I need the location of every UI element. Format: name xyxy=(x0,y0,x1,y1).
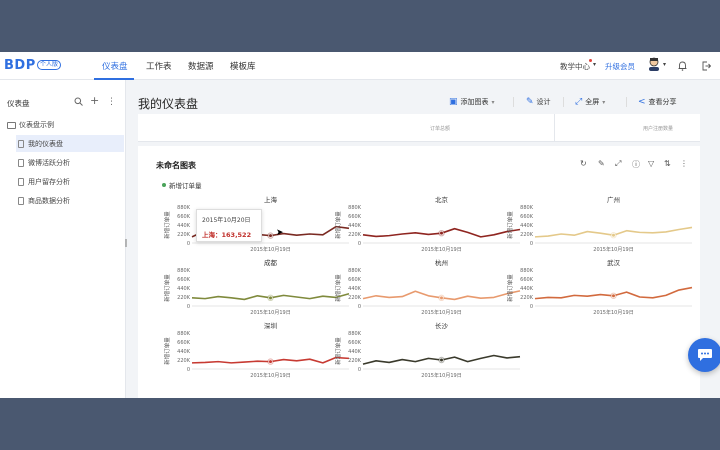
y-tick-label: 440K xyxy=(348,286,362,292)
panel-title: 武汉 xyxy=(607,258,621,267)
y-tick-label: 0 xyxy=(187,304,190,310)
y-axis-label: 新增订单量 xyxy=(334,337,342,365)
x-tick-label: 2015年10月19日 xyxy=(421,372,461,379)
tooltip-date: 2015年10月20日 xyxy=(202,217,251,224)
y-tick-label: 220K xyxy=(520,295,534,301)
y-tick-label: 880K xyxy=(177,268,191,274)
panel-title: 杭州 xyxy=(435,258,448,267)
y-tick-label: 880K xyxy=(348,268,362,274)
y-axis-label: 新增订单量 xyxy=(163,211,171,239)
x-tick-label: 2015年10月19日 xyxy=(421,309,461,316)
y-tick-label: 440K xyxy=(177,223,191,229)
y-tick-label: 220K xyxy=(348,358,362,364)
y-tick-label: 0 xyxy=(358,367,361,373)
y-tick-label: 440K xyxy=(177,286,191,292)
y-axis-label: 新增订单量 xyxy=(334,274,342,302)
y-tick-label: 880K xyxy=(177,205,191,211)
panel-title: 长沙 xyxy=(435,321,449,330)
y-tick-label: 0 xyxy=(530,241,533,247)
y-tick-label: 220K xyxy=(177,295,191,301)
data-point xyxy=(268,295,273,300)
y-tick-label: 660K xyxy=(177,277,191,283)
y-tick-label: 440K xyxy=(520,286,534,292)
x-tick-label: 2015年10月19日 xyxy=(250,372,290,379)
y-tick-label: 220K xyxy=(348,232,362,238)
y-tick-label: 0 xyxy=(187,367,190,373)
y-tick-label: 440K xyxy=(348,223,362,229)
data-point xyxy=(611,293,616,298)
panel-title: 成都 xyxy=(264,258,278,267)
y-tick-label: 220K xyxy=(348,295,362,301)
y-tick-label: 220K xyxy=(177,232,191,238)
data-point xyxy=(439,231,444,236)
y-tick-label: 0 xyxy=(530,304,533,310)
chat-bubble-icon xyxy=(698,349,712,361)
panel-title: 上海 xyxy=(264,195,278,204)
panel-title: 广州 xyxy=(607,195,620,204)
y-axis-label: 新增订单量 xyxy=(334,211,342,239)
y-tick-label: 660K xyxy=(348,340,362,346)
mouse-cursor: ➤ xyxy=(276,228,284,238)
y-tick-label: 660K xyxy=(348,214,362,220)
y-tick-label: 880K xyxy=(348,205,362,211)
x-tick-label: 2015年10月19日 xyxy=(593,309,633,316)
y-tick-label: 880K xyxy=(177,331,191,337)
y-tick-label: 0 xyxy=(358,241,361,247)
y-tick-label: 440K xyxy=(348,349,362,355)
chat-support-button[interactable] xyxy=(688,338,720,372)
panel-title: 北京 xyxy=(435,195,449,204)
x-tick-label: 2015年10月19日 xyxy=(250,309,290,316)
tooltip-value: 上海：163,522 xyxy=(202,231,252,239)
y-tick-label: 440K xyxy=(177,349,191,355)
small-multiples-chart: 上海新增订单量880K660K440K220K02015年10月19日北京新增订… xyxy=(163,195,693,379)
chart-tooltip: 2015年10月20日 上海：163,522 xyxy=(196,209,262,242)
y-tick-label: 660K xyxy=(177,214,191,220)
y-tick-label: 880K xyxy=(520,268,534,274)
y-axis-label: 新增订单量 xyxy=(506,274,514,302)
y-tick-label: 0 xyxy=(358,304,361,310)
y-tick-label: 880K xyxy=(348,331,362,337)
y-axis-label: 新增订单量 xyxy=(163,274,171,302)
data-point xyxy=(268,359,273,364)
data-point xyxy=(611,233,616,238)
panel-title: 深圳 xyxy=(264,321,277,330)
y-tick-label: 440K xyxy=(520,223,534,229)
y-tick-label: 660K xyxy=(520,214,534,220)
x-tick-label: 2015年10月19日 xyxy=(421,246,461,253)
data-point xyxy=(439,295,444,300)
y-axis-label: 新增订单量 xyxy=(506,211,514,239)
y-tick-label: 880K xyxy=(520,205,534,211)
x-tick-label: 2015年10月19日 xyxy=(593,246,633,253)
y-axis-label: 新增订单量 xyxy=(163,337,171,365)
x-tick-label: 2015年10月19日 xyxy=(250,246,290,253)
y-tick-label: 220K xyxy=(520,232,534,238)
y-tick-label: 660K xyxy=(520,277,534,283)
y-tick-label: 660K xyxy=(177,340,191,346)
y-tick-label: 0 xyxy=(187,241,190,247)
y-tick-label: 660K xyxy=(348,277,362,283)
data-point xyxy=(268,233,273,238)
data-point xyxy=(439,357,444,363)
y-tick-label: 220K xyxy=(177,358,191,364)
